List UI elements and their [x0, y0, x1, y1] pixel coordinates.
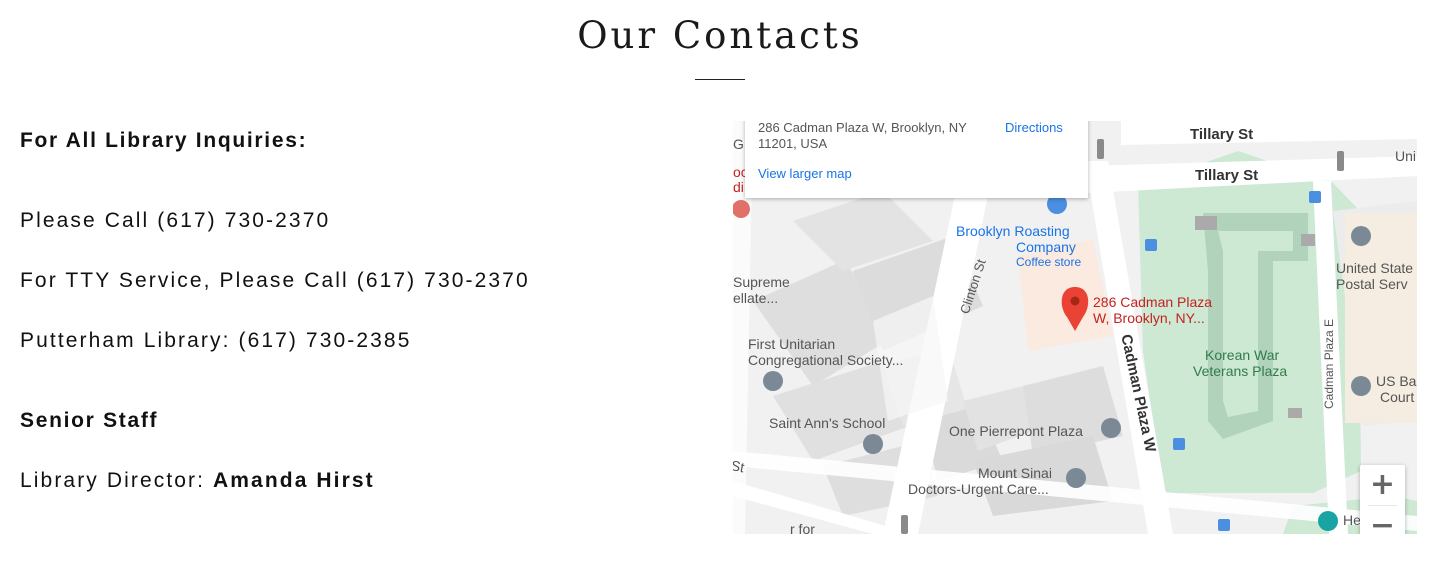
- zoom-out-button[interactable]: −: [1360, 506, 1405, 534]
- label-left-g: G: [733, 136, 744, 152]
- embedded-map[interactable]: Tillary St Tillary St Uni Clinton St Cad…: [733, 121, 1417, 534]
- place-postal-1: United State: [1336, 260, 1414, 276]
- tty-line: For TTY Service, Please Call (617) 730-2…: [20, 269, 530, 292]
- street-label-tillary-2: Tillary St: [1195, 167, 1259, 184]
- traffic-light-icon: [1097, 139, 1104, 159]
- label-top-right: Uni: [1395, 148, 1417, 164]
- zoom-controls: + −: [1360, 465, 1405, 534]
- marker-label-2: W, Brooklyn, NY...: [1093, 310, 1205, 326]
- director-name: Amanda Hirst: [213, 469, 375, 492]
- staff-heading: Senior Staff: [20, 409, 159, 432]
- place-korean-2: Veterans Plaza: [1193, 363, 1288, 379]
- courthouse-icon: [1351, 376, 1371, 396]
- street-label-cadman-e: Cadman Plaza E: [1322, 318, 1336, 409]
- phone-line: Please Call (617) 730-2370: [20, 209, 331, 232]
- map-address: 286 Cadman Plaza W, Brooklyn, NY 11201, …: [758, 121, 967, 151]
- place-sinai-1: Mount Sinai: [978, 465, 1052, 481]
- place-sinai-2: Doctors-Urgent Care...: [908, 481, 1049, 497]
- place-pierrepont: One Pierrepont Plaza: [949, 423, 1083, 439]
- place-roasting-2: Company: [1016, 239, 1076, 255]
- place-unitarian-1: First Unitarian: [748, 336, 836, 352]
- label-left-di: di: [733, 179, 744, 195]
- director-label: Library Director:: [20, 469, 206, 492]
- museum-icon: [1318, 511, 1338, 531]
- place-korean-1: Korean War: [1205, 347, 1280, 363]
- director-line: Library Director: Amanda Hirst: [20, 469, 375, 493]
- title-divider: [695, 79, 745, 80]
- place-usba-1: US Ba: [1376, 373, 1417, 389]
- place-saint-ann: Saint Ann's School: [769, 415, 886, 431]
- place-supreme-2: ellate...: [733, 290, 779, 306]
- school-icon: [863, 434, 883, 454]
- place-supreme-1: Supreme: [733, 274, 790, 290]
- place-postal-2: Postal Serv: [1336, 276, 1408, 292]
- medical-pin-icon: [1066, 468, 1086, 488]
- putterham-line: Putterham Library: (617) 730-2385: [20, 329, 412, 352]
- marker-label-1: 286 Cadman Plaza: [1093, 294, 1213, 310]
- view-larger-map-link[interactable]: View larger map: [758, 166, 852, 181]
- place-roasting-1: Brooklyn Roasting: [956, 223, 1070, 239]
- bus-stop-icon: [1173, 438, 1185, 450]
- bus-stop-icon: [1309, 191, 1321, 203]
- page-title: Our Contacts: [577, 14, 863, 57]
- place-usba-2: Court: [1380, 389, 1415, 405]
- building-pin-icon: [1101, 418, 1121, 438]
- traffic-light-icon: [901, 515, 908, 534]
- inquiries-heading: For All Library Inquiries:: [20, 129, 308, 152]
- street-label-tillary-1: Tillary St: [1190, 126, 1254, 143]
- directions-link[interactable]: Directions: [1005, 121, 1063, 135]
- church-icon: [763, 371, 783, 391]
- place-roasting-sub: Coffee store: [1016, 255, 1082, 269]
- map-info-card: 286 Cadman Plaza W, Brooklyn, NY 11201, …: [745, 121, 1088, 198]
- zoom-in-button[interactable]: +: [1360, 465, 1405, 505]
- traffic-light-icon: [1337, 151, 1344, 171]
- bus-stop-icon: [1218, 519, 1230, 531]
- place-bottom-left: r for: [790, 521, 815, 534]
- bus-stop-icon: [1145, 239, 1157, 251]
- place-unitarian-2: Congregational Society...: [748, 352, 904, 368]
- mail-icon: [1351, 226, 1371, 246]
